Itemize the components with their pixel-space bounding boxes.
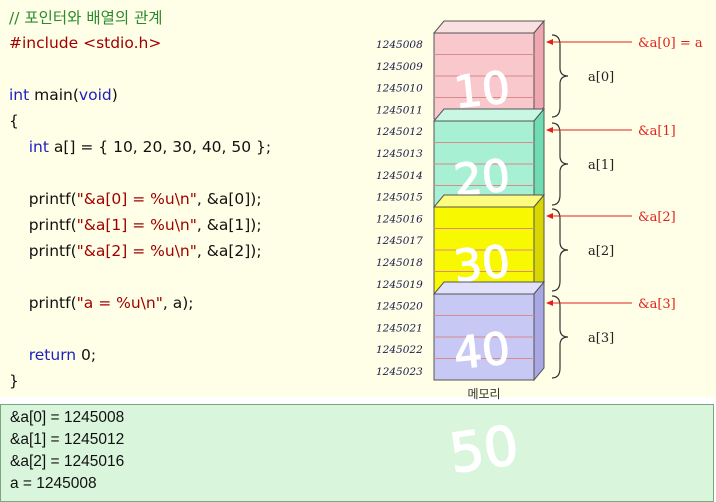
memory-address: 1245023: [376, 366, 423, 378]
memory-block-side: [533, 280, 545, 382]
memory-address: 1245015: [376, 192, 423, 204]
curly-brace: [551, 122, 569, 206]
pointer-arrow-head: [546, 127, 553, 133]
memory-address: 1245008: [376, 39, 423, 51]
curly-brace: [551, 295, 569, 379]
memory-caption: 메모리: [467, 387, 500, 401]
memory-address: 1245010: [376, 83, 423, 95]
pointer-arrow-head: [546, 213, 553, 219]
pointer-label: &a[3]: [638, 297, 676, 312]
memory-address: 1245016: [376, 213, 423, 225]
element-label: a[3]: [588, 331, 614, 346]
memory-block-top: [432, 281, 546, 295]
handwritten-value: 40: [451, 323, 512, 380]
element-label: a[0]: [588, 70, 614, 85]
memory-address: 1245017: [376, 235, 423, 247]
pointer-arrow-head: [546, 39, 553, 45]
memory-address: 1245022: [376, 344, 423, 356]
pointer-label: &a[1]: [638, 124, 676, 139]
memory-address: 1245009: [376, 61, 423, 73]
memory-address: 1245019: [376, 279, 423, 291]
element-label: a[1]: [588, 158, 614, 173]
memory-block-side: [533, 193, 545, 295]
memory-address: 1245011: [376, 104, 423, 116]
memory-address: 1245018: [376, 257, 423, 269]
pointer-label: &a[2]: [638, 210, 676, 225]
memory-address: 1245014: [376, 170, 423, 182]
memory-address: 1245020: [376, 301, 423, 313]
memory-address: 1245013: [376, 148, 423, 160]
memory-block-side: [533, 107, 545, 209]
memory-diagram: 10 a[0]&a[0] = a20 a[1]&a[1]30 a[2]&a[2]40 a…: [376, 19, 703, 486]
memory-block-side: [533, 19, 545, 121]
handwritten-extra-value: 50: [446, 414, 523, 486]
memory-address: 1245012: [376, 126, 423, 138]
memory-block-top: [432, 194, 546, 208]
curly-brace: [551, 34, 569, 118]
memory-block-top: [432, 108, 546, 122]
memory-block-top: [432, 20, 546, 34]
element-label: a[2]: [588, 244, 614, 259]
pointer-label: &a[0] = a: [638, 36, 703, 51]
memory-address: 1245021: [376, 322, 423, 334]
pointer-arrow-head: [546, 300, 553, 306]
curly-brace: [551, 208, 569, 292]
